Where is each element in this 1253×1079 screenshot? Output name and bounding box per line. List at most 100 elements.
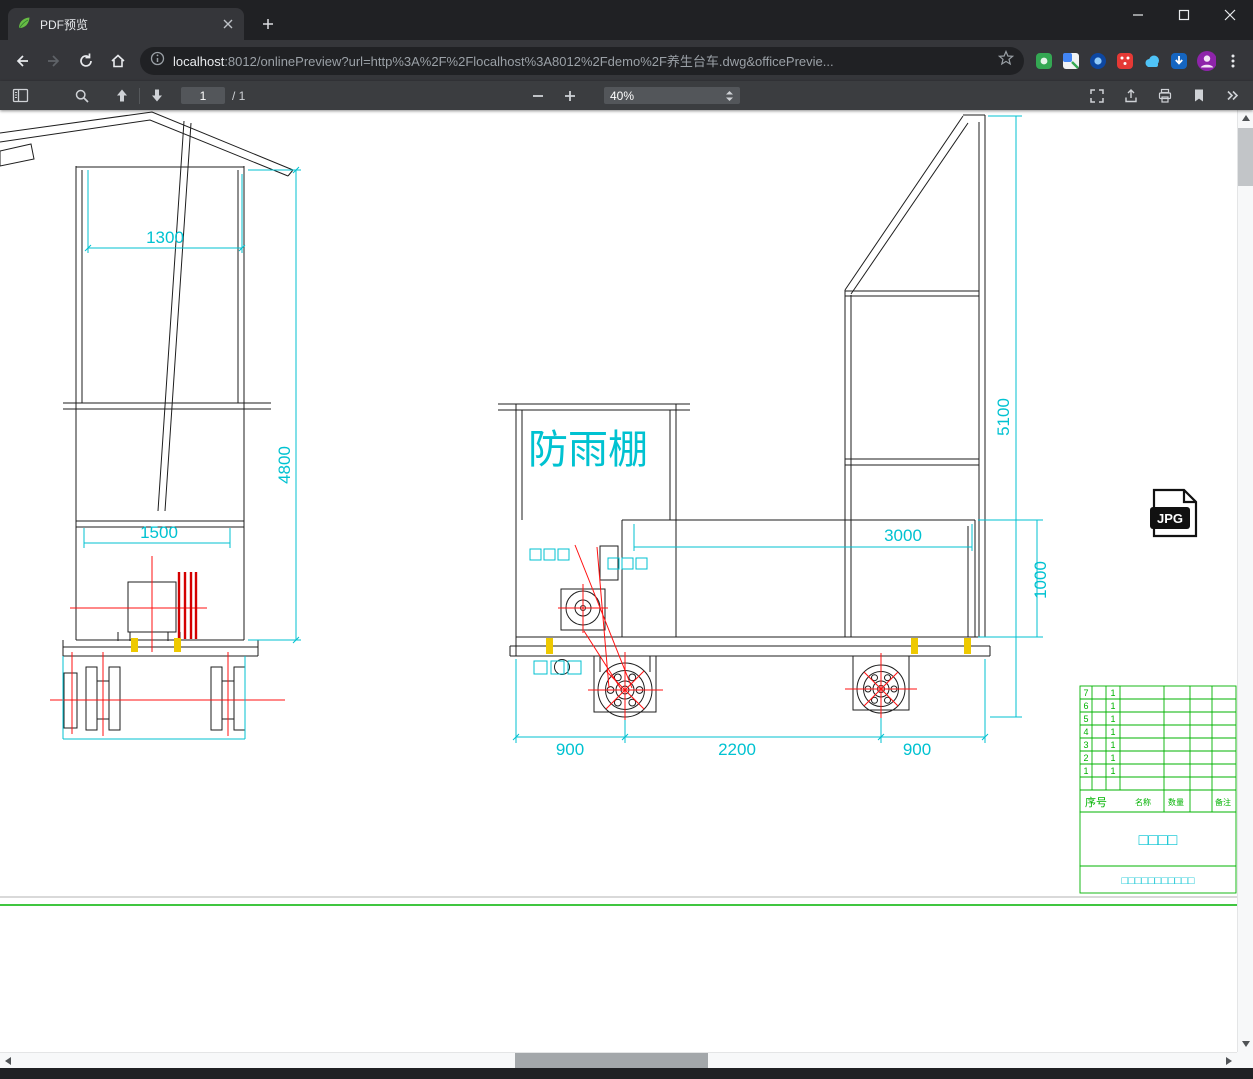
cad-drawing: 1300 4800 1500 3000 1000 5100 900 2200 9…	[0, 111, 1237, 906]
title-block-footer: □□□□□□□□□□□	[1121, 875, 1194, 887]
reload-button[interactable]	[70, 45, 102, 77]
dim-front-mid-width: 1500	[140, 523, 178, 542]
bom-qty: 1	[1110, 753, 1115, 763]
search-icon[interactable]	[68, 83, 96, 108]
extension-icon-3[interactable]	[1088, 51, 1108, 71]
pdf-toolbar-right	[1083, 81, 1247, 110]
dim-left-overhang: 900	[556, 740, 584, 759]
window-controls	[1115, 0, 1253, 30]
dim-deck-length: 3000	[884, 526, 922, 545]
scroll-down-arrow[interactable]	[1238, 1036, 1253, 1052]
window-close-button[interactable]	[1207, 0, 1253, 30]
bom-qty: 1	[1110, 714, 1115, 724]
extension-icon-5[interactable]	[1142, 51, 1162, 71]
jpg-file-icon: JPG	[1150, 488, 1198, 538]
bom-row-no: 1	[1083, 766, 1088, 776]
dim-front-height: 4800	[275, 446, 294, 484]
vertical-scroll-thumb[interactable]	[1238, 128, 1253, 186]
bom-row-no: 6	[1083, 701, 1088, 711]
tab-favicon-leaf-icon	[16, 15, 32, 34]
tab-title: PDF预览	[40, 17, 89, 32]
dim-front-top-width: 1300	[146, 228, 184, 247]
title-block-texts: □□□□ □□□□□□□□□□□	[1121, 832, 1194, 887]
tab-strip: PDF预览	[0, 0, 1253, 40]
zoom-controls: 40%	[524, 81, 740, 110]
page-info-icon[interactable]	[150, 51, 165, 71]
cad-red-bars	[177, 572, 198, 639]
jpg-label: JPG	[1157, 511, 1183, 526]
bookmark-icon[interactable]	[1185, 83, 1213, 108]
new-tab-button[interactable]	[254, 10, 282, 38]
bom-header-note: 备注	[1215, 797, 1231, 807]
url-path: :8012/onlinePreview?url=http%3A%2F%2Floc…	[224, 54, 834, 69]
bom-row-no: 5	[1083, 714, 1088, 724]
sidebar-toggle-icon[interactable]	[6, 83, 34, 108]
zoom-in-icon[interactable]	[556, 83, 584, 108]
canopy-label: 防雨棚	[528, 428, 648, 472]
vertical-scrollbar[interactable]	[1237, 110, 1253, 1052]
dim-wheel-span: 2200	[718, 740, 756, 759]
bom-qty: 1	[1110, 701, 1115, 711]
forward-button[interactable]	[38, 45, 70, 77]
print-icon[interactable]	[1151, 83, 1179, 108]
tab-close-icon[interactable]	[220, 16, 236, 32]
browser-tab[interactable]: PDF预览	[8, 8, 244, 40]
bom-qty: 1	[1110, 740, 1115, 750]
scroll-up-arrow[interactable]	[1238, 110, 1253, 126]
pdf-viewer-toolbar: / 1 40%	[0, 81, 1253, 110]
title-block-title: □□□□	[1139, 832, 1178, 849]
fullscreen-icon[interactable]	[1083, 83, 1111, 108]
dim-deck-height: 1000	[1031, 561, 1050, 599]
home-button[interactable]	[102, 45, 134, 77]
bom-qty: 1	[1110, 688, 1115, 698]
extension-icon-6[interactable]	[1169, 51, 1189, 71]
profile-avatar[interactable]	[1196, 50, 1216, 71]
zoom-value: 40%	[610, 88, 635, 103]
bom-row-no: 7	[1083, 688, 1088, 698]
url-text: localhost:8012/onlinePreview?url=http%3A…	[173, 51, 990, 70]
bom-header-name: 名称	[1135, 797, 1151, 807]
previous-page-icon[interactable]	[108, 83, 136, 108]
toolbar-divider	[139, 87, 140, 104]
cad-black-lines	[0, 111, 991, 731]
bookmark-star-icon[interactable]	[997, 49, 1015, 71]
scrollbar-corner	[1237, 1052, 1253, 1068]
bom-qty: 1	[1110, 766, 1115, 776]
page-number-input[interactable]	[181, 87, 225, 104]
next-page-icon[interactable]	[143, 83, 171, 108]
bom-qty: 1	[1110, 727, 1115, 737]
extension-icon-2[interactable]	[1061, 51, 1081, 71]
pdf-page: 1300 4800 1500 3000 1000 5100 900 2200 9…	[0, 110, 1237, 1052]
sheet-border-lines	[0, 896, 1237, 906]
horizontal-scrollbar[interactable]	[0, 1052, 1237, 1069]
bom-row-no: 2	[1083, 753, 1088, 763]
browser-toolbar: localhost:8012/onlinePreview?url=http%3A…	[0, 40, 1253, 81]
bom-row-no: 3	[1083, 740, 1088, 750]
select-spinner-icon	[726, 90, 733, 101]
address-bar[interactable]: localhost:8012/onlinePreview?url=http%3A…	[140, 46, 1024, 75]
bom-header-no: 序号	[1085, 795, 1107, 809]
scroll-left-arrow[interactable]	[0, 1053, 16, 1069]
horizontal-scroll-thumb[interactable]	[515, 1053, 708, 1069]
extension-icon-4[interactable]	[1115, 51, 1135, 71]
window-minimize-button[interactable]	[1115, 0, 1161, 30]
more-tools-icon[interactable]	[1219, 83, 1247, 108]
dim-right-overhang: 900	[903, 740, 931, 759]
bom-table	[1079, 685, 1237, 894]
page-count-label: / 1	[232, 88, 246, 103]
browser-menu-icon[interactable]	[1223, 51, 1243, 71]
url-host: localhost	[173, 54, 225, 69]
dim-side-height: 5100	[994, 398, 1013, 436]
open-external-icon[interactable]	[1117, 83, 1145, 108]
extensions-cluster	[1030, 50, 1247, 71]
zoom-select[interactable]: 40%	[604, 87, 740, 104]
scroll-right-arrow[interactable]	[1221, 1053, 1237, 1069]
window-maximize-button[interactable]	[1161, 0, 1207, 30]
back-button[interactable]	[6, 45, 38, 77]
window-bottom-edge	[0, 1068, 1253, 1079]
zoom-out-icon[interactable]	[524, 83, 552, 108]
bom-header-qty: 数量	[1168, 797, 1184, 807]
bom-row-no: 4	[1083, 727, 1088, 737]
extension-icon-1[interactable]	[1034, 51, 1054, 71]
cad-dimension-texts: 1300 4800 1500 3000 1000 5100 900 2200 9…	[140, 228, 1050, 759]
